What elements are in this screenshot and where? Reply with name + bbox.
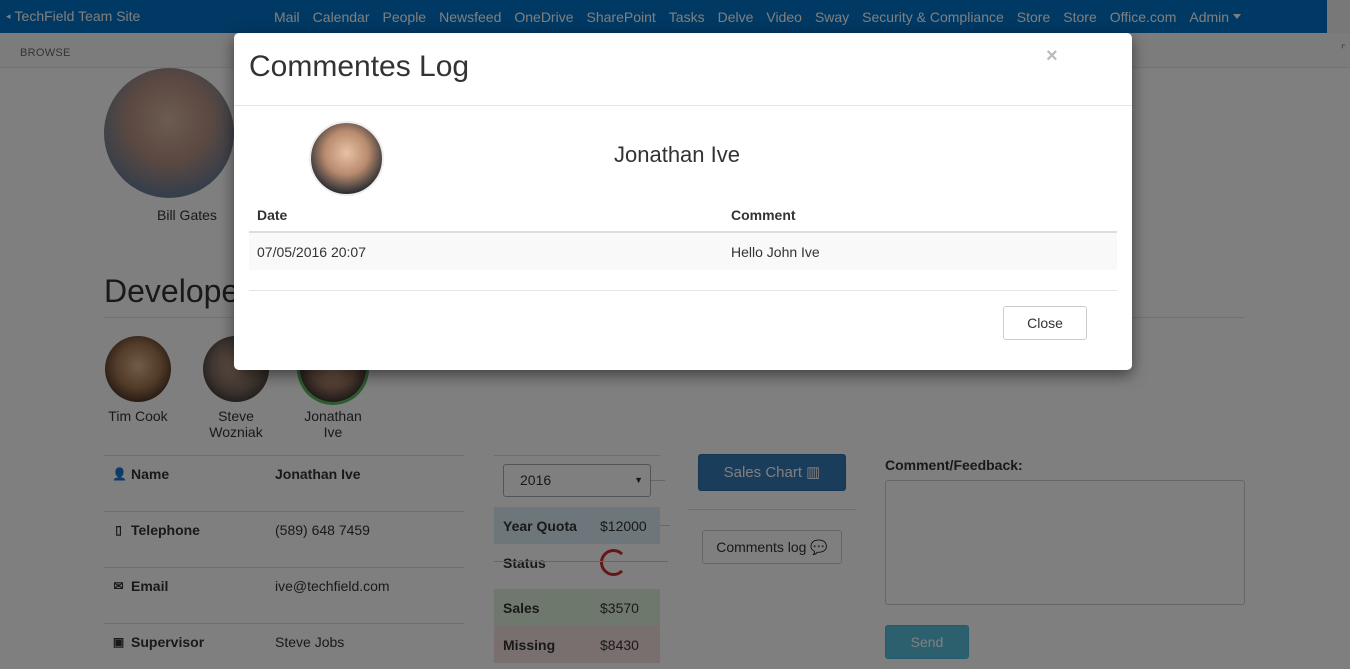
close-icon[interactable]: ×	[1046, 45, 1058, 68]
cell-comment: Hello John Ive	[731, 244, 820, 260]
table-row: 07/05/2016 20:07 Hello John Ive	[249, 233, 1117, 270]
table-header: Date Comment	[249, 198, 1117, 233]
modal-header: Commentes Log ×	[234, 33, 1132, 106]
modal-person-name: Jonathan Ive	[614, 142, 740, 167]
modal-footer-divider	[249, 290, 1117, 291]
comments-table: Date Comment 07/05/2016 20:07 Hello John…	[249, 198, 1117, 270]
column-header-comment: Comment	[731, 207, 796, 223]
column-header-date: Date	[257, 207, 288, 223]
avatar	[309, 121, 384, 196]
modal-title: Commentes Log	[249, 50, 470, 83]
close-button[interactable]: Close	[1003, 306, 1087, 340]
cell-date: 07/05/2016 20:07	[257, 244, 366, 260]
comments-log-modal: Commentes Log × Jonathan Ive Date Commen…	[234, 33, 1132, 370]
